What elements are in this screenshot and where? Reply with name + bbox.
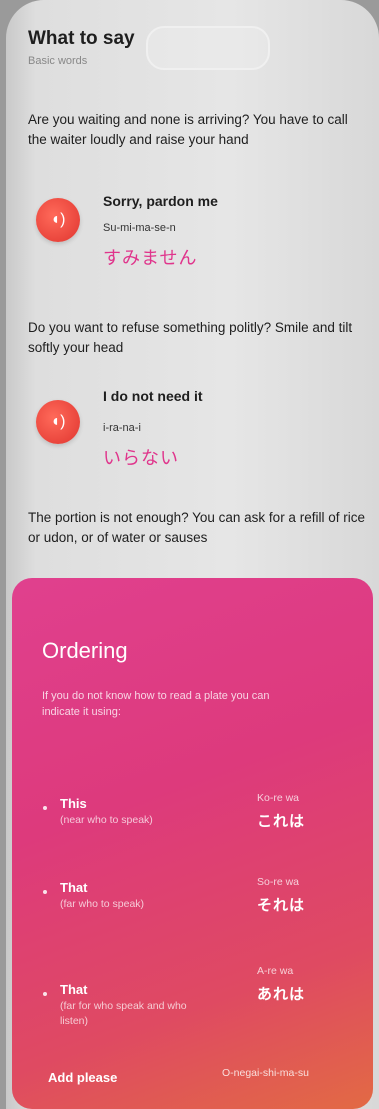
- ordering-add-word: Add please: [48, 1070, 118, 1085]
- ordering-romaji: Ko-re wa: [257, 792, 300, 804]
- phrase-romaji: Su-mi-ma-se-n: [103, 222, 176, 234]
- ordering-card: Ordering If you do not know how to read …: [12, 578, 373, 1109]
- camera-notch: [146, 26, 270, 70]
- speaker-icon[interactable]: ◖): [36, 400, 80, 444]
- ordering-word: That: [60, 982, 88, 997]
- tip-text-waiter: Are you waiting and none is arriving? Yo…: [28, 112, 348, 147]
- ordering-add-romaji: O-negai-shi-ma-su: [222, 1067, 309, 1079]
- ordering-japanese: あれは: [257, 986, 306, 1003]
- phrase-title: Sorry, pardon me: [103, 193, 218, 209]
- bullet-icon: [43, 890, 47, 894]
- tip-text-refuse: Do you want to refuse something politly?…: [28, 320, 353, 355]
- page-subtitle: Basic words: [28, 55, 88, 67]
- ordering-word: That: [60, 880, 88, 895]
- speaker-icon[interactable]: ◖): [36, 198, 80, 242]
- ordering-japanese: それは: [257, 897, 306, 914]
- ordering-word: This: [60, 796, 87, 811]
- ordering-title: Ordering: [42, 638, 128, 663]
- phrase-japanese: いらない: [103, 448, 179, 468]
- ordering-note: (far for who speak and who listen): [60, 1000, 187, 1027]
- phrase-japanese: すみません: [103, 248, 198, 268]
- bullet-icon: [43, 806, 47, 810]
- phrase-romaji: i-ra-na-i: [103, 422, 141, 434]
- ordering-note: (far who to speak): [60, 898, 145, 910]
- ordering-japanese: これは: [257, 813, 306, 830]
- ordering-note: (near who to speak): [60, 814, 153, 826]
- page-title: What to say: [28, 28, 135, 49]
- bullet-icon: [43, 992, 47, 996]
- ordering-romaji: A-re wa: [257, 965, 294, 977]
- tip-text-refill: The portion is not enough? You can ask f…: [28, 510, 365, 545]
- ordering-description: If you do not know how to read a plate y…: [42, 690, 270, 718]
- ordering-romaji: So-re wa: [257, 876, 300, 888]
- phrase-title: I do not need it: [103, 388, 203, 404]
